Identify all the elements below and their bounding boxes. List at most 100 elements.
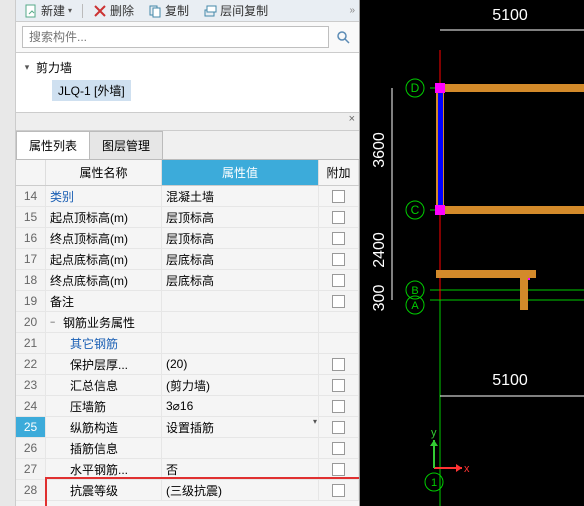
chevron-dbl-icon[interactable]: » [349, 5, 355, 16]
table-row[interactable]: 14类别混凝土墙 [16, 186, 359, 207]
collapse-icon[interactable]: ▾ [22, 63, 32, 73]
checkbox[interactable] [332, 421, 345, 434]
prop-name: 插筋信息 [70, 440, 118, 457]
cell-name[interactable]: 水平钢筋... [46, 459, 162, 479]
cell-name[interactable]: −钢筋业务属性 [46, 312, 162, 332]
table-row[interactable]: 26插筋信息 [16, 438, 359, 459]
cell-value[interactable]: 层底标高 [162, 270, 319, 290]
delete-button[interactable]: 删除 [89, 2, 138, 19]
prop-name: 纵筋构造 [70, 419, 118, 436]
cell-add [319, 438, 359, 458]
checkbox[interactable] [332, 211, 345, 224]
prop-name: 起点底标高(m) [50, 251, 128, 268]
collapse-icon[interactable]: − [50, 317, 60, 327]
cell-name[interactable]: 类别 [46, 186, 162, 206]
cell-value[interactable]: (20) [162, 354, 319, 374]
cell-name[interactable]: 起点底标高(m) [46, 249, 162, 269]
cell-add [319, 333, 359, 353]
cell-name[interactable]: 终点底标高(m) [46, 270, 162, 290]
table-row[interactable]: 24压墙筋3⌀16 [16, 396, 359, 417]
cell-value[interactable]: 层底标高 [162, 249, 319, 269]
table-row[interactable]: 15起点顶标高(m)层顶标高 [16, 207, 359, 228]
cell-add [319, 375, 359, 395]
checkbox[interactable] [332, 484, 345, 497]
cell-name[interactable]: 汇总信息 [46, 375, 162, 395]
cell-name[interactable]: 终点顶标高(m) [46, 228, 162, 248]
table-row[interactable]: 19备注 [16, 291, 359, 312]
cell-value[interactable]: (剪力墙) [162, 375, 319, 395]
checkbox[interactable] [332, 190, 345, 203]
tree-root[interactable]: ▾ 剪力墙 [22, 57, 353, 78]
tab-layers[interactable]: 图层管理 [89, 131, 163, 159]
cell-name[interactable]: 压墙筋 [46, 396, 162, 416]
cell-value[interactable]: 3⌀16 [162, 396, 319, 416]
table-row[interactable]: 27水平钢筋...否 [16, 459, 359, 480]
chevron-down-icon: ▾ [68, 6, 72, 15]
chevron-down-icon[interactable]: ▾ [313, 417, 317, 426]
tab-properties[interactable]: 属性列表 [16, 131, 90, 159]
checkbox[interactable] [332, 358, 345, 371]
cell-value[interactable]: 混凝土墙 [162, 186, 319, 206]
checkbox[interactable] [332, 232, 345, 245]
table-row[interactable]: 20−钢筋业务属性 [16, 312, 359, 333]
prop-name: 保护层厚... [70, 356, 128, 373]
table-row[interactable]: 17起点底标高(m)层底标高 [16, 249, 359, 270]
row-number: 18 [16, 270, 46, 290]
cell-name[interactable]: 保护层厚... [46, 354, 162, 374]
cell-add [319, 291, 359, 311]
checkbox[interactable] [332, 442, 345, 455]
cell-name[interactable]: 插筋信息 [46, 438, 162, 458]
table-row[interactable]: 22 保护层厚... (20) [16, 354, 359, 375]
checkbox[interactable] [332, 400, 345, 413]
cell-name[interactable]: 备注 [46, 291, 162, 311]
component-tree: ▾ 剪力墙 JLQ-1 [外墙] [16, 53, 359, 113]
checkbox[interactable] [332, 463, 345, 476]
table-row[interactable]: 16终点顶标高(m) 层顶标高 [16, 228, 359, 249]
prop-name: 备注 [50, 293, 74, 310]
cell-value[interactable] [162, 291, 319, 311]
cell-name[interactable]: 起点顶标高(m) [46, 207, 162, 227]
cell-value[interactable] [162, 312, 319, 332]
cell-value[interactable]: 否 [162, 459, 319, 479]
copy-button[interactable]: 复制 [144, 2, 193, 19]
cell-add [319, 270, 359, 290]
cell-add [319, 186, 359, 206]
table-row[interactable]: 21其它钢筋 [16, 333, 359, 354]
row-number: 22 [16, 354, 46, 374]
row-number: 16 [16, 228, 46, 248]
layer-copy-button[interactable]: 层间复制 [199, 2, 272, 19]
drawing-canvas[interactable]: 5100 3600 2400 300 5100 D C B A x y 1 [360, 0, 584, 506]
cell-add [319, 480, 359, 500]
toolbar: 新建 ▾ 删除 复制 层间复制 [16, 0, 359, 22]
cell-value[interactable] [162, 438, 319, 458]
tree-child[interactable]: JLQ-1 [外墙] [52, 80, 131, 101]
svg-text:C: C [411, 203, 420, 217]
prop-name: 终点顶标高(m) [50, 230, 128, 247]
cell-value[interactable]: 设置插筋 [162, 417, 319, 437]
checkbox[interactable] [332, 295, 345, 308]
svg-text:B: B [411, 285, 418, 297]
cell-name[interactable]: 其它钢筋 [46, 333, 162, 353]
search-icon[interactable] [333, 27, 353, 47]
checkbox[interactable] [332, 253, 345, 266]
cell-name[interactable]: 纵筋构造 [46, 417, 162, 437]
cell-value[interactable]: 层顶标高 [162, 228, 319, 248]
table-row[interactable]: ▾25纵筋构造设置插筋 [16, 417, 359, 438]
col-value[interactable]: 属性值 [162, 160, 319, 185]
pane-divider: × [16, 113, 359, 131]
table-row[interactable]: 18终点底标高(m)层底标高 [16, 270, 359, 291]
checkbox[interactable] [332, 274, 345, 287]
table-row[interactable]: 28抗震等级(三级抗震) [16, 480, 359, 501]
table-row[interactable]: 23汇总信息(剪力墙) [16, 375, 359, 396]
search-input[interactable] [22, 26, 329, 48]
close-icon[interactable]: × [349, 113, 355, 125]
cell-value[interactable]: (三级抗震) [162, 480, 319, 500]
checkbox[interactable] [332, 379, 345, 392]
cell-value[interactable] [162, 333, 319, 353]
new-button[interactable]: 新建 ▾ [20, 2, 76, 19]
cell-value[interactable]: 层顶标高 [162, 207, 319, 227]
cell-name[interactable]: 抗震等级 [46, 480, 162, 500]
cell-add [319, 396, 359, 416]
cell-add [319, 207, 359, 227]
dim-top: 5100 [492, 7, 528, 24]
